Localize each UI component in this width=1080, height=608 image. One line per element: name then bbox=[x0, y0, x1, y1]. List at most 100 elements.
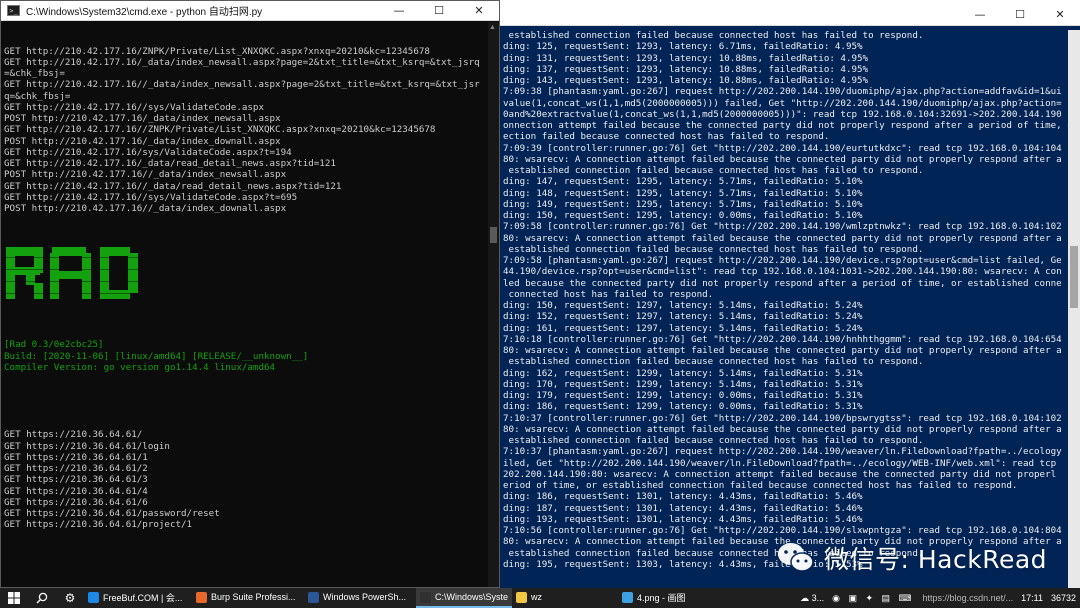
tray-url-text: https://blog.csdn.net/... bbox=[922, 593, 1014, 603]
console-line: POST http://210.42.177.16//_data/index_n… bbox=[4, 169, 287, 181]
app-icon bbox=[88, 591, 99, 603]
taskbar-app-0[interactable]: FreeBuf.COM | 会... bbox=[84, 588, 192, 608]
watermark-text: 微信号: HackRead bbox=[824, 545, 1048, 574]
console-line: ding: 150, requestSent: 1297, latency: 5… bbox=[503, 300, 863, 311]
console-line: 7:10:37 [controller:runner.go:76] Get "h… bbox=[503, 412, 1062, 424]
weather-widget[interactable]: ☁ 3... bbox=[796, 593, 828, 604]
cmd-window[interactable]: >_ C:\Windows\System32\cmd.exe - python … bbox=[0, 0, 500, 588]
console-line: POST http://210.42.177.16/_data/index_ne… bbox=[4, 113, 281, 124]
powershell-titlebar[interactable]: — ☐ ✕ bbox=[500, 4, 1080, 26]
console-line: =&chk_fbsj= bbox=[4, 68, 65, 79]
close-button[interactable]: ✕ bbox=[1040, 5, 1080, 25]
cmd-scrollbar[interactable]: ▲ bbox=[488, 22, 499, 587]
console-line: POST http://210.42.177.16//_data/index_d… bbox=[4, 203, 287, 214]
taskbar-app-label: Windows PowerSh... bbox=[323, 592, 407, 602]
console-line: GET https://210.36.64.61/password/reset bbox=[4, 508, 220, 519]
console-line: ding: 179, requestSent: 1299, latency: 0… bbox=[503, 390, 863, 401]
console-line: GET https://210.36.64.61/4 bbox=[4, 485, 148, 497]
powershell-scrollbar[interactable] bbox=[1068, 30, 1080, 588]
console-line: GET https://210.36.64.61/3 bbox=[4, 474, 148, 486]
scroll-up-icon[interactable]: ▲ bbox=[489, 24, 496, 31]
tray-icons[interactable]: ◉ ▣ ✦ ▤ ⌨ bbox=[828, 593, 918, 604]
console-line: 7:09:39 [controller:runner.go:76] Get "h… bbox=[503, 142, 1062, 154]
cmd-crawl-log: GET https://210.36.64.61/GET https://210… bbox=[4, 429, 489, 530]
app-icon bbox=[308, 591, 319, 603]
console-line: 80: wsarecv: A connection attempt failed… bbox=[503, 232, 1062, 244]
rad-logo-graphic bbox=[4, 246, 144, 299]
console-line: ding: 161, requestSent: 1297, latency: 5… bbox=[503, 322, 863, 334]
search-icon bbox=[36, 592, 48, 604]
wechat-watermark: 微信号: HackRead bbox=[776, 540, 1047, 576]
maximize-button[interactable]: ☐ bbox=[419, 1, 459, 21]
console-line: led because the connected party did not … bbox=[503, 277, 1062, 289]
console-line: ection failed because connected host has… bbox=[503, 131, 830, 143]
system-tray[interactable]: ☁ 3... ◉ ▣ ✦ ▤ ⌨ https://blog.csdn.net/.… bbox=[796, 588, 1080, 608]
cmd-request-log: GET http://210.42.177.16/ZNPK/Private/Li… bbox=[4, 46, 489, 215]
cmd-titlebar[interactable]: >_ C:\Windows\System32\cmd.exe - python … bbox=[1, 1, 499, 21]
cmd-app-icon: >_ bbox=[7, 5, 20, 16]
console-line: 44.190/device.rsp?opt=user&cmd=list": re… bbox=[503, 266, 1062, 278]
console-line: ding: 131, requestSent: 1293, latency: 1… bbox=[503, 52, 869, 64]
console-line: 80: wsarecv: A connection attempt failed… bbox=[503, 153, 1062, 165]
console-line: GET http://210.42.177.16/_data/index_new… bbox=[4, 56, 480, 68]
console-line: established connection failed because co… bbox=[503, 30, 924, 41]
cmd-console-output[interactable]: GET http://210.42.177.16/ZNPK/Private/Li… bbox=[1, 22, 489, 587]
console-line: ding: 162, requestSent: 1299, latency: 5… bbox=[503, 367, 863, 379]
console-line: GET http://210.42.177.16//sys/ValidateCo… bbox=[4, 101, 264, 113]
console-line: ding: 150, requestSent: 1295, latency: 0… bbox=[503, 210, 863, 221]
close-button[interactable]: ✕ bbox=[459, 1, 499, 21]
clock-date-fragment[interactable]: 36732 bbox=[1047, 593, 1080, 603]
taskbar-app-label: wz bbox=[531, 592, 542, 602]
taskbar-app-label: C:\Windows\Syste... bbox=[435, 592, 508, 602]
console-line: onnection attempt failed because the con… bbox=[503, 120, 1068, 131]
cmd-window-title: C:\Windows\System32\cmd.exe - python 自动扫… bbox=[26, 7, 263, 18]
console-line: ding: 193, requestSent: 1301, latency: 4… bbox=[503, 513, 863, 525]
app-icon bbox=[196, 591, 207, 603]
powershell-scroll-thumb[interactable] bbox=[1070, 246, 1078, 308]
search-button[interactable] bbox=[28, 588, 56, 608]
start-button[interactable] bbox=[0, 588, 28, 608]
taskbar-app-4[interactable]: wz bbox=[512, 588, 618, 608]
taskbar-app-1[interactable]: Burp Suite Professi... bbox=[192, 588, 304, 608]
settings-button[interactable]: ⚙ bbox=[56, 588, 84, 608]
taskbar-app-3[interactable]: C:\Windows\Syste... bbox=[416, 588, 512, 608]
gear-icon: ⚙ bbox=[64, 591, 76, 605]
cmd-scroll-thumb[interactable] bbox=[490, 227, 497, 243]
rad-version-info: [Rad 0.3/0e2cbc25] Build: [2020-11-06] [l… bbox=[4, 339, 489, 373]
console-line: eriod of time, or established connection… bbox=[503, 480, 1018, 491]
windows-logo-icon bbox=[8, 592, 20, 604]
console-line: ding: 187, requestSent: 1301, latency: 4… bbox=[503, 502, 863, 514]
console-line: GET https://210.36.64.61/login bbox=[4, 440, 170, 452]
minimize-button[interactable]: — bbox=[960, 5, 1000, 25]
console-line: GET https://210.36.64.61/6 bbox=[4, 496, 148, 508]
console-line: GET http://210.42.177.16//_data/index_ne… bbox=[4, 79, 480, 91]
console-line: GET http://210.42.177.16/ZNPK/Private/Li… bbox=[4, 45, 430, 57]
console-line: ding: 137, requestSent: 1293, latency: 1… bbox=[503, 63, 869, 75]
console-line: GET http://210.42.177.16/sys/ValidateCod… bbox=[4, 146, 292, 158]
console-line: iled, Get "http://202.200.144.190/weaver… bbox=[503, 457, 1057, 469]
minimize-button[interactable]: — bbox=[379, 1, 419, 21]
taskbar-app-label: Burp Suite Professi... bbox=[211, 592, 296, 602]
windows-taskbar[interactable]: ⚙ FreeBuf.COM | 会... Burp Suite Professi.… bbox=[0, 588, 1080, 608]
console-line: ding: 186, requestSent: 1299, latency: 0… bbox=[503, 401, 863, 413]
taskbar-app-5[interactable]: 4.png - 画图 bbox=[618, 588, 730, 608]
console-line: value(1,concat_ws(1,1,md5(2000000005))) … bbox=[503, 97, 1062, 109]
console-line: 0and%20extractvalue(1,concat_ws(1,1,md5(… bbox=[503, 108, 1062, 120]
console-line: GET http://210.42.177.16/_data/read_deta… bbox=[4, 158, 336, 169]
maximize-button[interactable]: ☐ bbox=[1000, 5, 1040, 25]
rad-ascii-logo bbox=[4, 245, 489, 301]
console-line: connected host has failed to respond. bbox=[503, 288, 714, 300]
console-line: Build: [2020-11-06] [linux/amd64] [RELEA… bbox=[4, 350, 309, 362]
console-line: 7:09:38 [phantasm:yaml.go:267] request h… bbox=[503, 86, 1062, 98]
console-line: 7:09:58 [phantasm:yaml.go:267] request h… bbox=[503, 255, 1062, 266]
console-line: POST http://210.42.177.16/_data/index_do… bbox=[4, 135, 281, 147]
taskbar-app-2[interactable]: Windows PowerSh... bbox=[304, 588, 416, 608]
console-line: ding: 149, requestSent: 1295, latency: 5… bbox=[503, 198, 863, 210]
clock-time[interactable]: 17:11 bbox=[1017, 593, 1047, 603]
app-icon bbox=[516, 591, 527, 603]
powershell-console-output[interactable]: established connection failed because co… bbox=[500, 30, 1068, 588]
powershell-window[interactable]: — ☐ ✕ established connection failed beca… bbox=[500, 4, 1080, 588]
console-line: 80: wsarecv: A connection attempt failed… bbox=[503, 423, 1062, 435]
console-line: ding: 148, requestSent: 1295, latency: 5… bbox=[503, 187, 863, 199]
console-line: ding: 170, requestSent: 1299, latency: 5… bbox=[503, 378, 863, 390]
